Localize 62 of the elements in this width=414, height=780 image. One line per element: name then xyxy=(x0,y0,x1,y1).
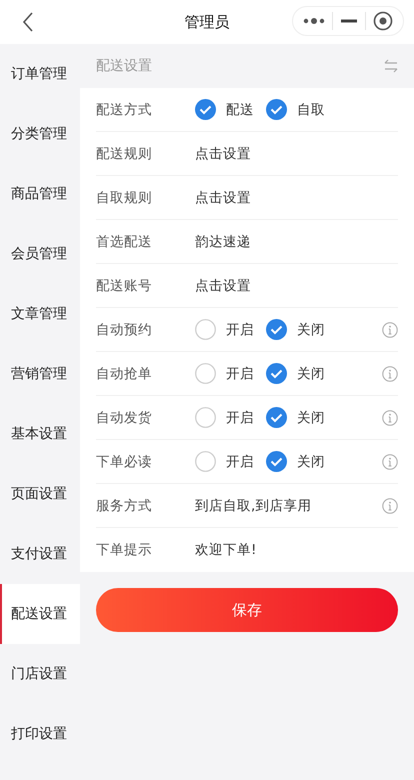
close-icon[interactable] xyxy=(373,11,394,31)
info-icon[interactable] xyxy=(382,454,398,470)
sidebar-item[interactable]: 营销管理 xyxy=(0,344,80,404)
info-icon[interactable] xyxy=(382,498,398,514)
field-label: 下单提示 xyxy=(96,541,153,559)
field-label: 下单必读 xyxy=(96,452,153,470)
field-label: 配送账号 xyxy=(96,276,153,294)
minimize-icon[interactable] xyxy=(340,19,357,23)
sidebar-item[interactable]: 配送设置 xyxy=(0,584,80,644)
option-label: 开启 xyxy=(226,320,254,338)
page-title: 管理员 xyxy=(184,12,230,32)
field-value[interactable]: 点击设置 xyxy=(195,144,251,162)
sidebar-item[interactable]: 分类管理 xyxy=(0,104,80,164)
radio-button[interactable] xyxy=(195,451,216,472)
checkbox[interactable] xyxy=(195,99,216,120)
field-label: 自取规则 xyxy=(96,188,153,206)
field-label: 配送规则 xyxy=(96,144,153,162)
sidebar-item[interactable]: 基本设置 xyxy=(0,404,80,464)
info-icon[interactable] xyxy=(382,410,398,426)
field-label: 自动抢单 xyxy=(96,364,153,382)
sidebar-item[interactable]: 订单管理 xyxy=(0,44,80,104)
radio-button[interactable] xyxy=(195,407,216,428)
field-label: 服务方式 xyxy=(96,496,153,514)
option-label: 配送 xyxy=(226,100,254,118)
field-label: 自动发货 xyxy=(96,408,153,426)
field-label: 配送方式 xyxy=(96,100,153,118)
field-value[interactable]: 韵达速递 xyxy=(195,232,251,250)
field-value[interactable]: 点击设置 xyxy=(195,188,251,206)
sidebar-item[interactable]: 文章管理 xyxy=(0,284,80,344)
option-label: 开启 xyxy=(226,408,254,426)
option-label: 关闭 xyxy=(297,320,325,338)
option-label: 开启 xyxy=(226,452,254,470)
field-value[interactable]: 到店自取,到店享用 xyxy=(195,496,312,514)
option-label: 关闭 xyxy=(297,452,325,470)
radio-button[interactable] xyxy=(266,451,287,472)
save-button[interactable]: 保存 xyxy=(96,588,398,632)
radio-button[interactable] xyxy=(266,407,287,428)
swap-icon[interactable] xyxy=(384,59,398,73)
radio-button[interactable] xyxy=(195,319,216,340)
sidebar-item[interactable]: 打印设置 xyxy=(0,704,80,764)
radio-button[interactable] xyxy=(266,363,287,384)
option-label: 自取 xyxy=(297,100,325,118)
sidebar-item[interactable]: 支付设置 xyxy=(0,524,80,584)
sidebar-item[interactable]: 页面设置 xyxy=(0,464,80,524)
option-label: 关闭 xyxy=(297,364,325,382)
info-icon[interactable] xyxy=(382,366,398,382)
radio-button[interactable] xyxy=(266,319,287,340)
field-value[interactable]: 点击设置 xyxy=(195,276,251,294)
sidebar-item[interactable]: 门店设置 xyxy=(0,644,80,704)
sidebar-item[interactable]: 会员管理 xyxy=(0,224,80,284)
back-icon[interactable] xyxy=(22,12,34,32)
sidebar-item[interactable]: 商品管理 xyxy=(0,164,80,224)
field-value[interactable]: 欢迎下单! xyxy=(195,541,256,559)
section-title: 配送设置 xyxy=(96,57,152,75)
more-icon[interactable] xyxy=(302,17,325,25)
checkbox[interactable] xyxy=(266,99,287,120)
info-icon[interactable] xyxy=(382,322,398,338)
radio-button[interactable] xyxy=(195,363,216,384)
option-label: 开启 xyxy=(226,364,254,382)
option-label: 关闭 xyxy=(297,408,325,426)
field-label: 自动预约 xyxy=(96,320,153,338)
field-label: 首选配送 xyxy=(96,232,153,250)
